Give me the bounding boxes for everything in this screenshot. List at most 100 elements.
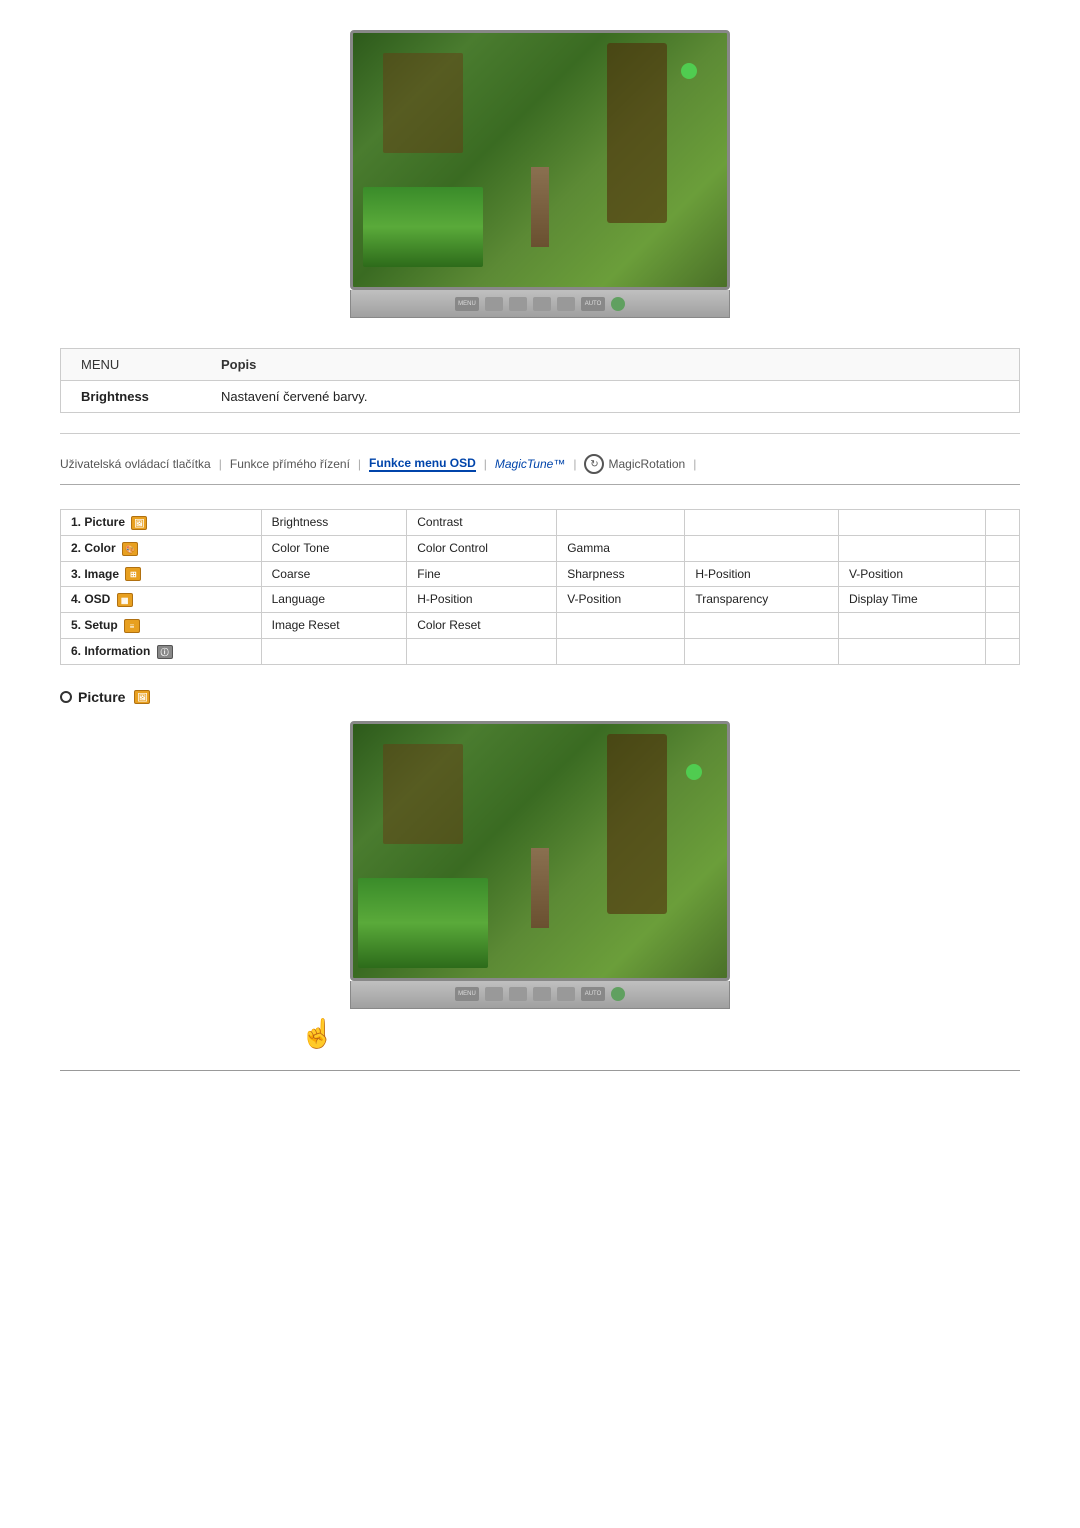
osd-contrast: Contrast bbox=[407, 510, 557, 536]
osd-menu-table: 1. Picture 🖼 Brightness Contrast 2. Colo… bbox=[60, 509, 1020, 665]
pagoda-image bbox=[531, 167, 549, 247]
table-row: Brightness Nastavení červené barvy. bbox=[61, 381, 1019, 412]
magicrotation-label: MagicRotation bbox=[608, 457, 685, 471]
nav-btn-2-4 bbox=[557, 987, 575, 1001]
garden-detail-2 bbox=[358, 878, 488, 968]
osd-transparency: Transparency bbox=[685, 587, 839, 613]
osd-empty-11 bbox=[685, 613, 839, 639]
osd-empty-4 bbox=[985, 510, 1019, 536]
menu-description-table: MENU Popis Brightness Nastavení červené … bbox=[60, 348, 1020, 413]
osd-empty-9 bbox=[985, 587, 1019, 613]
nav-item-osd[interactable]: Funkce menu OSD bbox=[369, 456, 476, 472]
nav-button-1 bbox=[485, 297, 503, 311]
picture-heading: Picture 🖼 bbox=[60, 689, 1020, 705]
nav-button-2 bbox=[509, 297, 527, 311]
osd-item-1: 1. Picture 🖼 bbox=[61, 510, 262, 536]
info-icon: ⓘ bbox=[157, 645, 173, 659]
nav-breadcrumb: Uživatelská ovládací tlačítka | Funkce p… bbox=[60, 454, 1020, 485]
nav-item-magicrotation[interactable]: ↻ MagicRotation bbox=[584, 454, 685, 474]
osd-empty-5 bbox=[685, 535, 839, 561]
menu-item-brightness: Brightness bbox=[81, 389, 221, 404]
osd-empty-2 bbox=[685, 510, 839, 536]
second-monitor-bezel: MENU AUTO bbox=[350, 981, 730, 1009]
osd-language: Language bbox=[261, 587, 407, 613]
osd-item-3: 3. Image ⊞ bbox=[61, 561, 262, 587]
rotation-icon: ↻ bbox=[584, 454, 604, 474]
second-monitor-container: MENU AUTO bbox=[350, 721, 730, 1009]
osd-info-empty-1 bbox=[261, 639, 407, 665]
osd-brightness: Brightness bbox=[261, 510, 407, 536]
picture-label: Picture bbox=[78, 689, 125, 705]
osd-info-empty-2 bbox=[407, 639, 557, 665]
nav-item-direct[interactable]: Funkce přímého řízení bbox=[230, 457, 350, 471]
second-monitor-section: MENU AUTO ☝ bbox=[60, 721, 1020, 1050]
balloon-green bbox=[681, 63, 697, 79]
osd-item-6: 6. Information ⓘ bbox=[61, 639, 262, 665]
separator-5: | bbox=[693, 457, 696, 471]
garden-detail bbox=[363, 187, 483, 267]
osd-h-position: H-Position bbox=[685, 561, 839, 587]
balloon-green-2 bbox=[686, 764, 702, 780]
picture-icon: 🖼 bbox=[131, 516, 147, 530]
nav-button-3 bbox=[533, 297, 551, 311]
top-monitor-image: MENU AUTO bbox=[60, 30, 1020, 318]
osd-info-empty-5 bbox=[838, 639, 985, 665]
osd-row-picture: 1. Picture 🖼 Brightness Contrast bbox=[61, 510, 1020, 536]
nav-item-magictune[interactable]: MagicTune™ bbox=[495, 457, 565, 471]
header-menu-label: MENU bbox=[81, 357, 221, 372]
osd-color-control: Color Control bbox=[407, 535, 557, 561]
osd-display-time: Display Time bbox=[838, 587, 985, 613]
menu-button-2: MENU bbox=[455, 987, 479, 1001]
osd-row-osd: 4. OSD ▦ Language H-Position V-Position … bbox=[61, 587, 1020, 613]
image-icon: ⊞ bbox=[125, 567, 141, 581]
setup-icon: ≡ bbox=[124, 619, 140, 633]
osd-color-tone: Color Tone bbox=[261, 535, 407, 561]
picture-heading-icon: 🖼 bbox=[134, 690, 150, 704]
auto-button: AUTO bbox=[581, 297, 605, 311]
table-header: MENU Popis bbox=[61, 349, 1019, 381]
osd-empty-13 bbox=[985, 613, 1019, 639]
cursor-hand: ☝ bbox=[300, 1017, 335, 1050]
auto-button-2: AUTO bbox=[581, 987, 605, 1001]
osd-empty-7 bbox=[985, 535, 1019, 561]
osd-image-reset: Image Reset bbox=[261, 613, 407, 639]
osd-item-2: 2. Color 🎨 bbox=[61, 535, 262, 561]
bottom-border bbox=[60, 1070, 1020, 1071]
menu-item-desc: Nastavení červené barvy. bbox=[221, 389, 999, 404]
osd-row-image: 3. Image ⊞ Coarse Fine Sharpness H-Posit… bbox=[61, 561, 1020, 587]
divider-1 bbox=[60, 433, 1020, 434]
osd-v-pos: V-Position bbox=[557, 587, 685, 613]
osd-empty-10 bbox=[557, 613, 685, 639]
osd-empty-1 bbox=[557, 510, 685, 536]
osd-empty-8 bbox=[985, 561, 1019, 587]
monitor-screen bbox=[350, 30, 730, 290]
pagoda-image-2 bbox=[531, 848, 549, 928]
circle-icon bbox=[60, 691, 72, 703]
separator-4: | bbox=[573, 457, 576, 471]
separator-3: | bbox=[484, 457, 487, 471]
nav-button-4 bbox=[557, 297, 575, 311]
osd-sharpness: Sharpness bbox=[557, 561, 685, 587]
osd-color-reset: Color Reset bbox=[407, 613, 557, 639]
power-button-2 bbox=[611, 987, 625, 1001]
osd-empty-12 bbox=[838, 613, 985, 639]
osd-icon: ▦ bbox=[117, 593, 133, 607]
osd-row-information: 6. Information ⓘ bbox=[61, 639, 1020, 665]
osd-v-position: V-Position bbox=[838, 561, 985, 587]
separator-1: | bbox=[219, 457, 222, 471]
nav-btn-2-3 bbox=[533, 987, 551, 1001]
nav-item-buttons[interactable]: Uživatelská ovládací tlačítka bbox=[60, 457, 211, 471]
osd-info-empty-6 bbox=[985, 639, 1019, 665]
osd-item-4: 4. OSD ▦ bbox=[61, 587, 262, 613]
osd-row-color: 2. Color 🎨 Color Tone Color Control Gamm… bbox=[61, 535, 1020, 561]
monitor-bezel: MENU AUTO bbox=[350, 290, 730, 318]
nav-btn-2-2 bbox=[509, 987, 527, 1001]
osd-h-pos: H-Position bbox=[407, 587, 557, 613]
color-icon: 🎨 bbox=[122, 542, 138, 556]
osd-empty-3 bbox=[838, 510, 985, 536]
osd-info-empty-3 bbox=[557, 639, 685, 665]
osd-row-setup: 5. Setup ≡ Image Reset Color Reset bbox=[61, 613, 1020, 639]
power-button bbox=[611, 297, 625, 311]
menu-button: MENU bbox=[455, 297, 479, 311]
osd-fine: Fine bbox=[407, 561, 557, 587]
